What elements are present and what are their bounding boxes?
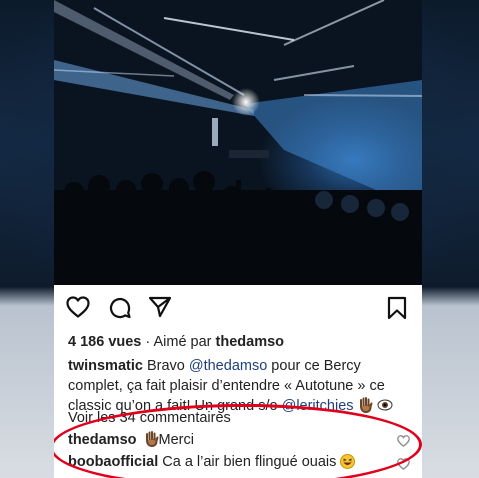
- comment-icon[interactable]: [108, 296, 132, 325]
- view-count[interactable]: 4 186 vues: [68, 334, 141, 350]
- caption-mention-1[interactable]: @thedamso: [189, 358, 267, 374]
- liked-by-user[interactable]: thedamso: [216, 334, 285, 350]
- bookmark-icon[interactable]: [387, 296, 407, 325]
- heart-icon[interactable]: [66, 296, 90, 323]
- send-icon[interactable]: [148, 296, 172, 323]
- post-photo: [54, 0, 422, 285]
- caption-author[interactable]: twinsmatic: [68, 358, 143, 374]
- concert-photo-graphic: [54, 0, 422, 285]
- caption-text-1: Bravo: [142, 358, 189, 374]
- instagram-post: 4 186 vues · Aimé par thedamso twinsmati…: [54, 0, 422, 478]
- stats-line: 4 186 vues · Aimé par thedamso: [68, 332, 416, 352]
- liked-by-prefix: Aimé par: [153, 334, 216, 350]
- stats-separator: ·: [141, 334, 154, 350]
- post-action-bar: [54, 290, 422, 324]
